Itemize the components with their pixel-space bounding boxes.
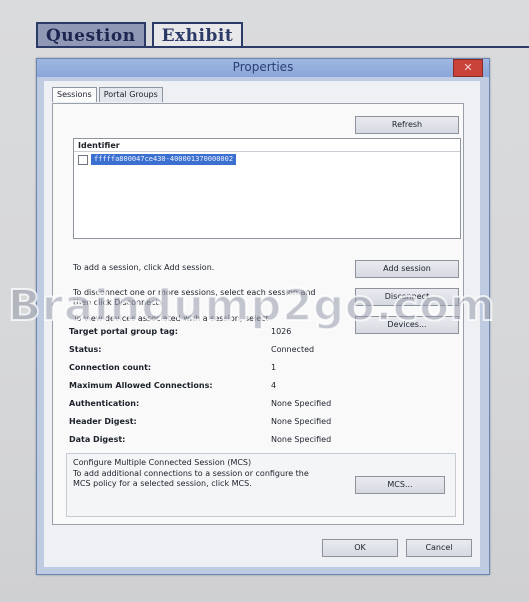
refresh-button[interactable]: Refresh (355, 116, 459, 134)
property-label: Header Digest: (69, 417, 137, 426)
dialog-client-area: Sessions Portal Groups Refresh Identifie… (44, 81, 480, 567)
devices-instructions: To view devices associated with a sessio… (73, 314, 269, 323)
property-row: Target portal group tag: 1026 (69, 327, 439, 341)
tab-portal-groups[interactable]: Portal Groups (98, 87, 163, 102)
ok-button[interactable]: OK (322, 539, 398, 557)
property-label: Maximum Allowed Connections: (69, 381, 213, 390)
property-row: Header Digest: None Specified (69, 417, 439, 431)
disconnect-instructions: To disconnect one or more sessions, sele… (73, 288, 316, 307)
exam-tabs: Question Exhibit (36, 22, 244, 47)
close-icon: ✕ (463, 61, 473, 74)
mcs-description: To add additional connections to a sessi… (73, 469, 309, 488)
list-header-divider (74, 151, 460, 152)
session-checkbox[interactable] (78, 154, 88, 165)
property-label: Connection count: (69, 363, 152, 372)
property-value: Connected (271, 345, 315, 354)
property-label: Authentication: (69, 399, 140, 408)
column-identifier[interactable]: Identifier (78, 141, 120, 150)
property-row: Maximum Allowed Connections: 4 (69, 381, 439, 395)
property-value: 4 (271, 381, 277, 390)
sessions-list[interactable]: Identifier fffffa800047ce430-40000137000… (73, 138, 461, 239)
tab-exhibit[interactable]: Exhibit (151, 22, 244, 47)
property-label: Target portal group tag: (69, 327, 178, 336)
session-identifier: fffffa800047ce430-400001370000002 (91, 154, 237, 165)
property-row: Connection count: 1 (69, 363, 439, 377)
property-label: Data Digest: (69, 435, 126, 444)
property-value: None Specified (271, 399, 332, 408)
property-value: None Specified (271, 435, 332, 444)
close-button[interactable]: ✕ (453, 59, 483, 77)
property-row: Data Digest: None Specified (69, 435, 439, 449)
mcs-group: Configure Multiple Connected Session (MC… (66, 453, 456, 517)
tab-sessions[interactable]: Sessions (52, 87, 97, 102)
cancel-button[interactable]: Cancel (406, 539, 472, 557)
add-session-button[interactable]: Add session (355, 260, 459, 278)
dialog-tabs: Sessions Portal Groups (52, 87, 165, 102)
list-item[interactable]: fffffa800047ce430-400001370000002 (78, 154, 237, 165)
exam-tab-rule (36, 46, 529, 48)
properties-window: Properties ✕ Sessions Portal Groups Refr… (36, 58, 490, 575)
property-value: None Specified (271, 417, 332, 426)
property-label: Status: (69, 345, 102, 354)
mcs-button[interactable]: MCS... (355, 476, 445, 494)
add-session-instructions: To add a session, click Add session. (73, 263, 215, 272)
property-value: 1 (271, 363, 277, 372)
mcs-title: Configure Multiple Connected Session (MC… (73, 458, 252, 467)
tab-question[interactable]: Question (36, 22, 146, 47)
title-bar[interactable]: Properties ✕ (37, 59, 489, 77)
property-value: 1026 (271, 327, 292, 336)
window-title: Properties (232, 60, 294, 74)
property-row: Status: Connected (69, 345, 439, 359)
disconnect-button[interactable]: Disconnect (355, 288, 459, 306)
property-row: Authentication: None Specified (69, 399, 439, 413)
